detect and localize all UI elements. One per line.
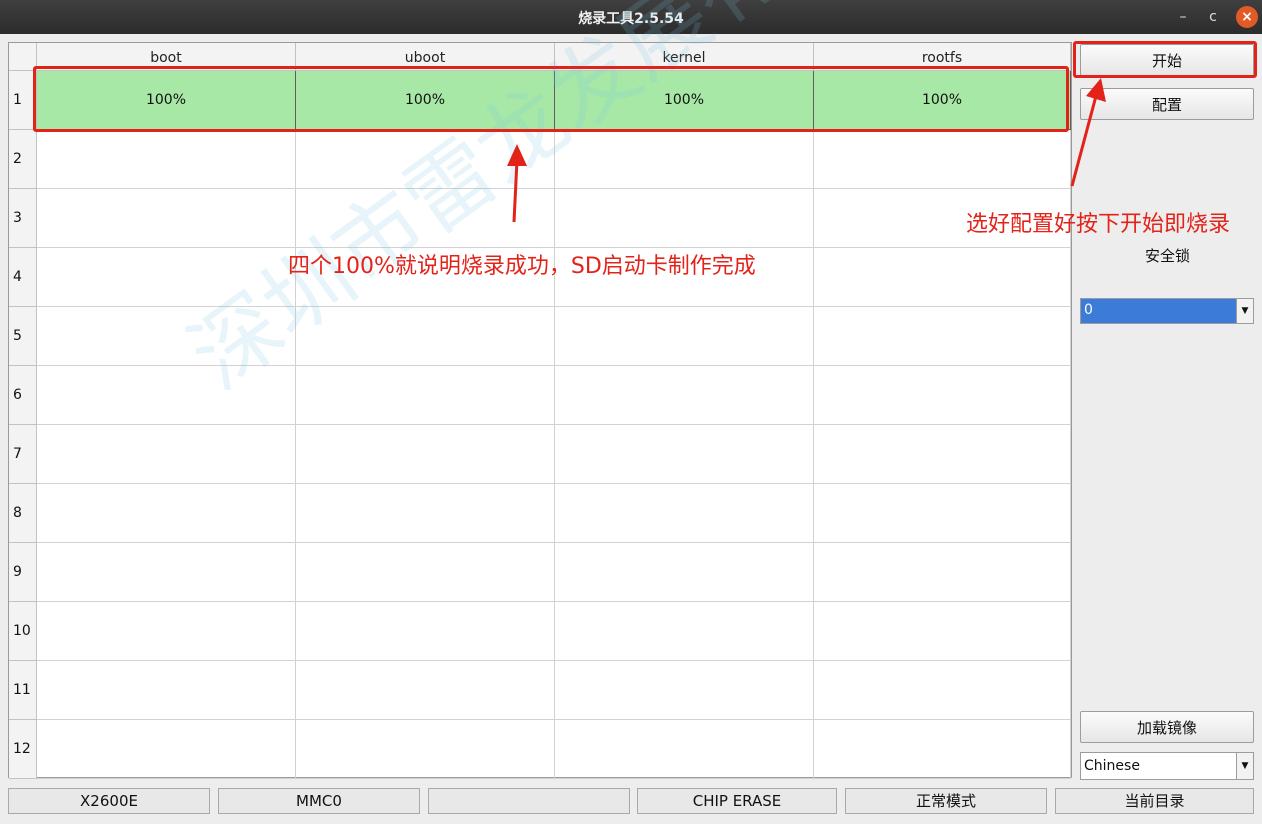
annotation-arrows [507,78,1106,223]
arrow-to-start [1070,95,1098,187]
arrow-to-row1 [512,159,519,223]
start-hint-annotation: 选好配置好按下开始即烧录 [966,212,1231,237]
success-hint-annotation: 四个100%就说明烧录成功，SD启动卡制作完成 [288,254,756,279]
